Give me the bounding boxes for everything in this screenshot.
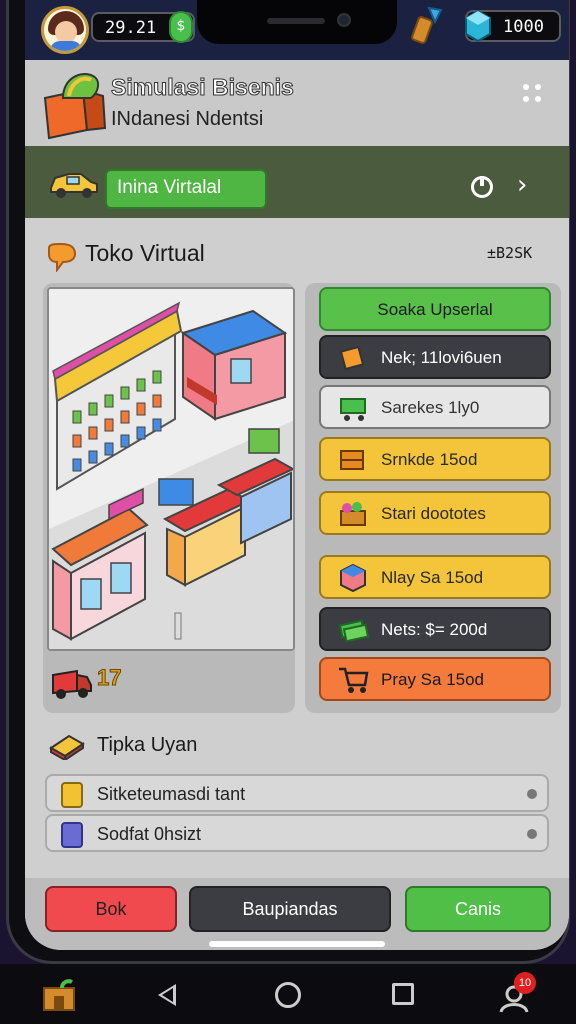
cube-icon (340, 563, 366, 593)
action-button[interactable]: Pray Sa 15od (319, 657, 551, 701)
list-item-indicator (527, 789, 537, 799)
notification-badge: 10 (514, 972, 536, 994)
list-item[interactable]: Sitketeumasdi tant (45, 774, 549, 812)
shop-title: Toko Virtual (85, 240, 205, 266)
shopping-cart-icon (339, 667, 369, 693)
shop-logo-icon (43, 73, 107, 140)
list-item-indicator (527, 829, 537, 839)
action-button[interactable]: Srnkde 15od (319, 437, 551, 481)
delivery-truck-icon (52, 669, 92, 699)
car-icon (50, 173, 98, 198)
game-app-icon[interactable] (42, 978, 76, 1012)
timer-icon[interactable] (471, 176, 493, 198)
home-indicator[interactable] (209, 941, 385, 947)
action-button-label: Nek; 11lovi6uen (381, 348, 502, 367)
box-icon (339, 345, 365, 371)
nav-home-icon[interactable] (275, 982, 301, 1008)
money-icon (338, 619, 369, 643)
confirm-button[interactable]: Canis (405, 886, 551, 932)
action-button-label: Soaka Upserlal (377, 300, 493, 319)
options-button[interactable]: Baupiandas (189, 886, 391, 932)
store-isometric-illustration[interactable] (47, 287, 295, 651)
action-button-label: Pray Sa 15od (381, 670, 485, 689)
store-scene (49, 289, 293, 649)
shop-code: ±B2SK (487, 244, 533, 262)
mode-banner: Inina Virtalal › (25, 146, 569, 218)
action-button-label: Sarekes 1ly0 (381, 398, 480, 417)
jar-icon (61, 822, 83, 848)
store-panel: 17 (43, 283, 295, 713)
player-avatar[interactable] (41, 6, 89, 54)
coin-value: 29.21 (105, 18, 157, 38)
delivery-count: 17 (96, 665, 122, 691)
gem-balance[interactable]: 1000 (465, 9, 561, 43)
gem-value: 1000 (503, 17, 544, 37)
phone-frame: 29.21 $ 1000 Simulasi Bisenis INdanesi N… (6, 0, 570, 964)
action-button-label: Srnkde 15od (381, 450, 478, 469)
speaker-grille (267, 18, 325, 24)
chat-bubble-icon (48, 242, 77, 272)
action-button[interactable]: Soaka Upserlal (319, 287, 551, 331)
bottom-action-bar: Bok Baupiandas Canis (25, 878, 569, 950)
page-title: Simulasi Bisenis (111, 74, 295, 101)
nav-recents-icon[interactable] (392, 983, 414, 1005)
action-button-label: Nets: $= 200d (381, 620, 488, 639)
actions-panel: Soaka Upserlal Nek; 11lovi6uen Sarekes 1ly… (305, 283, 561, 713)
camera-icon (337, 13, 351, 27)
produce-crate-icon (340, 502, 366, 526)
jar-icon (61, 782, 83, 808)
menu-dots-icon[interactable] (521, 82, 545, 106)
action-button[interactable]: Stari doototes (319, 491, 551, 535)
list-title: Tipka Uyan (97, 734, 198, 756)
action-button[interactable]: Nlay Sa 15od (319, 555, 551, 599)
gem-cube-icon (465, 9, 491, 43)
game-screen: 29.21 $ 1000 Simulasi Bisenis INdanesi N… (25, 0, 569, 950)
add-coins-icon[interactable]: $ (169, 11, 193, 43)
chevron-right-icon[interactable]: › (517, 170, 527, 200)
camera-notch (197, 0, 397, 44)
page-subtitle: INdanesi Ndentsi (111, 108, 264, 130)
book-icon (49, 734, 85, 760)
list-item[interactable]: Sodfat 0hsizt (45, 814, 549, 852)
list-section-header: Tipka Uyan (25, 722, 569, 768)
action-button[interactable]: Nek; 11lovi6uen (319, 335, 551, 379)
shop-section-header: Toko Virtual ±B2SK (25, 226, 569, 282)
app-header: Simulasi Bisenis INdanesi Ndentsi (25, 60, 569, 146)
virtual-mode-button[interactable]: Inina Virtalal (105, 169, 267, 209)
list-item-label: Sodfat 0hsizt (97, 824, 202, 844)
coin-balance[interactable]: 29.21 $ (91, 11, 195, 43)
back-button[interactable]: Bok (45, 886, 177, 932)
hammer-icon[interactable] (409, 6, 443, 44)
action-button[interactable]: Sarekes 1ly0 (319, 385, 551, 429)
top-status-bar: 29.21 $ 1000 (25, 0, 569, 60)
android-nav-bar: 10 (0, 964, 576, 1024)
action-button[interactable]: Nets: $= 200d (319, 607, 551, 651)
nav-back-icon[interactable] (158, 984, 176, 1006)
action-button-label: Nlay Sa 15od (381, 568, 484, 587)
action-button-label: Stari doototes (381, 504, 486, 523)
crate-icon (340, 450, 364, 470)
list-item-label: Sitketeumasdi tant (97, 784, 246, 804)
cash-cart-icon (340, 398, 366, 421)
